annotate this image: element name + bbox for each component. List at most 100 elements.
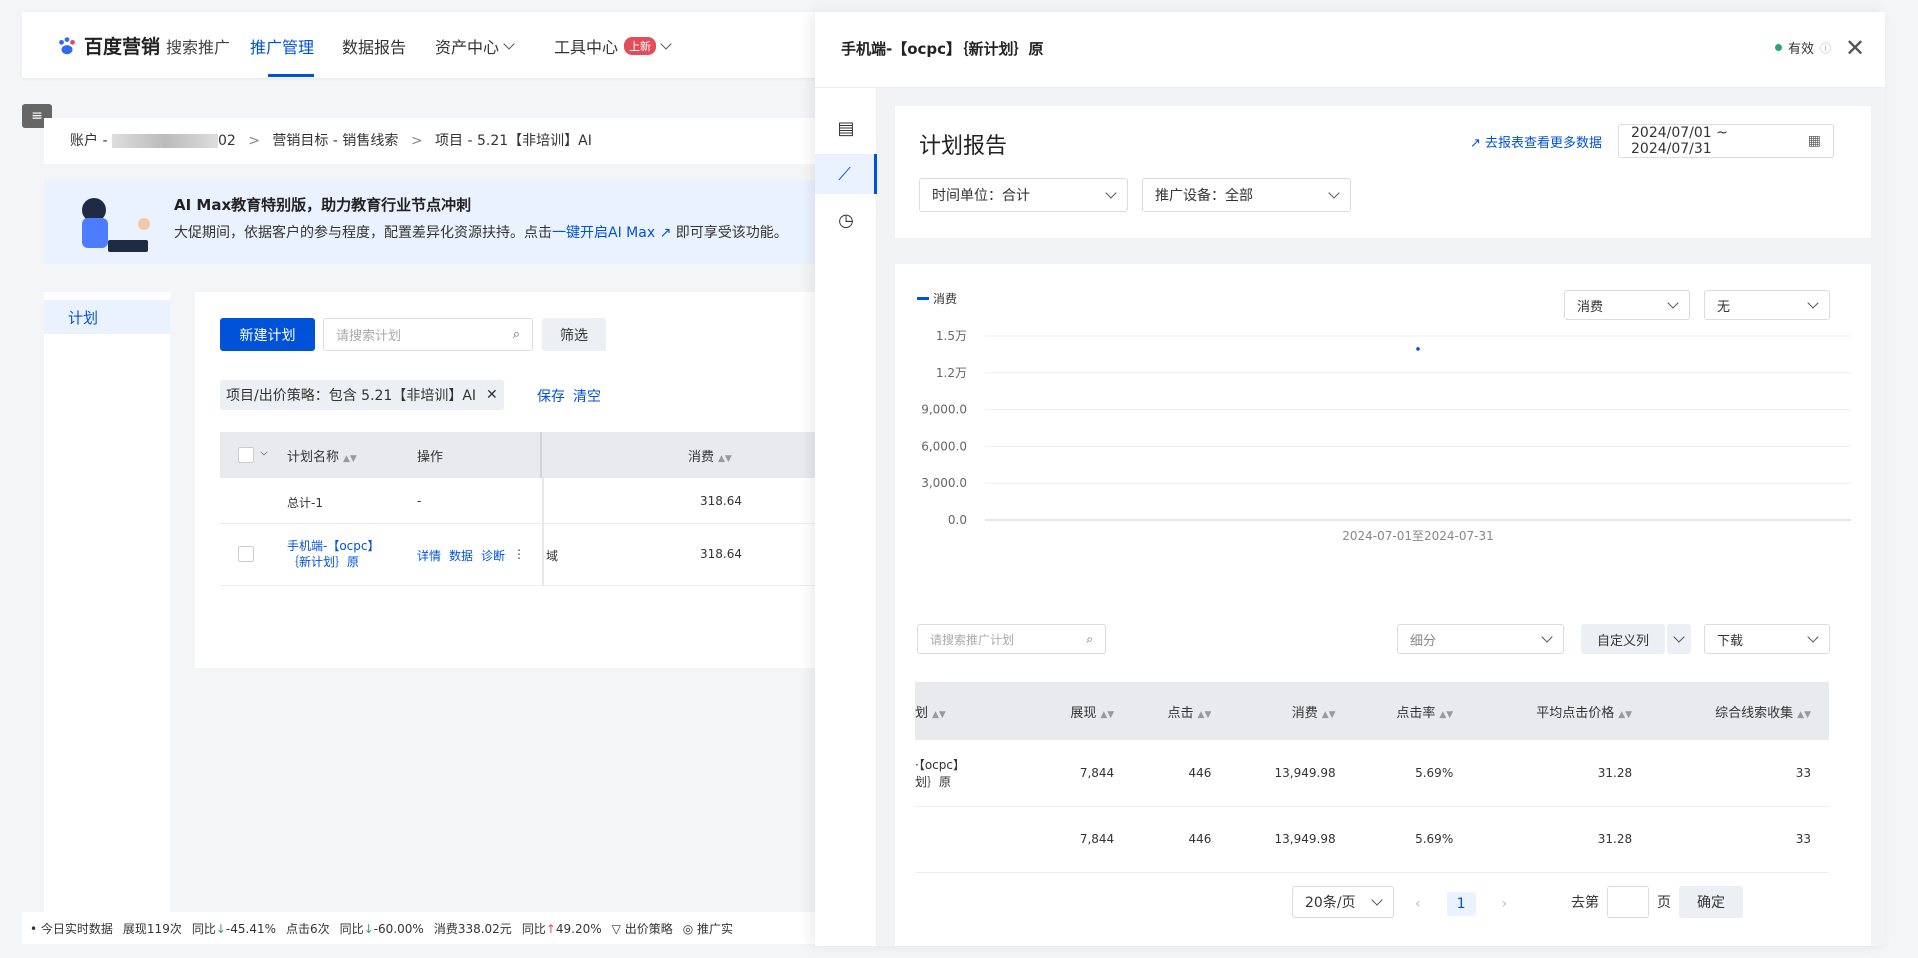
- breadcrumb-goal[interactable]: 营销目标 - 销售线索: [272, 133, 398, 149]
- total-op: -: [417, 494, 422, 508]
- search-icon[interactable]: ⌕: [1086, 632, 1093, 647]
- sort-icon[interactable]: ▲▼: [1618, 710, 1632, 720]
- chevron-down-icon: [1105, 187, 1117, 199]
- col-clicks[interactable]: 点击 ▲▼: [1132, 682, 1230, 740]
- time-unit-select[interactable]: 时间单位：合计: [919, 178, 1128, 212]
- clear-filter-link[interactable]: 清空: [573, 386, 601, 406]
- sort-icon[interactable]: ▲▼: [1100, 710, 1114, 720]
- compare-select[interactable]: 无: [1704, 290, 1830, 320]
- goto-page: 去第 页 确定: [1571, 886, 1743, 918]
- col-cost[interactable]: 消费 ▲▼: [1229, 682, 1354, 740]
- y-tick-label: 1.5万: [936, 329, 967, 343]
- nav-tool-center[interactable]: 工具中心 上新: [554, 34, 672, 58]
- nav-data-report[interactable]: 数据报告: [342, 34, 406, 58]
- nav-promotion[interactable]: 推广管理: [250, 34, 314, 58]
- nav-asset-center[interactable]: 资产中心: [435, 34, 515, 58]
- download-select[interactable]: 下载: [1704, 624, 1830, 654]
- col-ctr[interactable]: 点击率 ▲▼: [1353, 682, 1472, 740]
- sort-icon[interactable]: ▲▼: [1322, 710, 1336, 720]
- cost-cmp-value: 49.20%: [555, 921, 602, 936]
- close-icon[interactable]: ✕: [486, 387, 498, 403]
- ai-max-link[interactable]: 一键开启AI Max: [552, 225, 655, 241]
- select-all-checkbox[interactable]: [238, 447, 254, 463]
- promo-link[interactable]: ◎ 推广实: [683, 920, 733, 937]
- sort-icon[interactable]: ▲▼: [1439, 710, 1453, 720]
- bid-strategy-label: 出价策略: [624, 921, 673, 936]
- info-icon[interactable]: ⓘ: [1820, 40, 1831, 56]
- more-icon[interactable]: ⋮: [513, 547, 525, 564]
- row-checkbox[interactable]: [238, 546, 254, 562]
- device-value: 推广设备：全部: [1155, 188, 1253, 204]
- col-leads[interactable]: 综合线索收集 ▲▼: [1650, 682, 1829, 740]
- data-point[interactable]: [1416, 347, 1420, 351]
- plan-search-input[interactable]: 请搜索计划 ⌕: [323, 318, 533, 351]
- save-filter-link[interactable]: 保存: [537, 386, 565, 406]
- close-icon[interactable]: ✕: [1845, 34, 1865, 62]
- col-avg-cpc[interactable]: 平均点击价格 ▲▼: [1471, 682, 1651, 740]
- row-actions: 详情 数据 诊断 ⋮: [417, 547, 525, 564]
- date-range-picker[interactable]: 2024/07/01 ~ 2024/07/31 ▦: [1618, 124, 1834, 158]
- sort-icon[interactable]: ▲▼: [932, 710, 946, 720]
- logo[interactable]: 百度营销 搜索推广: [56, 32, 230, 59]
- diagnose-link[interactable]: 诊断: [481, 547, 505, 564]
- breadcrumb-account-suffix: 02: [217, 133, 236, 149]
- sidebar-item-plan[interactable]: 计划: [44, 300, 170, 334]
- col-impressions[interactable]: 展现 ▲▼: [1035, 682, 1133, 740]
- col-plan-name-label: 计划名称: [287, 450, 340, 465]
- plan-name-link[interactable]: 手机端-【ocpc】｛新计划｝原: [287, 538, 387, 570]
- goto-page-input[interactable]: [1607, 886, 1649, 918]
- sort-icon[interactable]: ▲▼: [1797, 710, 1811, 720]
- prev-page-icon[interactable]: ‹: [1415, 896, 1421, 912]
- tab-history-icon[interactable]: ◷: [815, 200, 877, 240]
- ai-max-banner: AI Max教育特别版，助力教育行业节点冲刺 大促期间，依据客户的参与程度，配置…: [44, 180, 824, 264]
- chevron-down-icon: [1371, 894, 1383, 906]
- plan-search-input[interactable]: 请搜索推广计划 ⌕: [917, 624, 1106, 654]
- col-cost[interactable]: 消费 ▲▼: [688, 446, 732, 465]
- custom-columns-button[interactable]: 自定义列: [1581, 624, 1665, 654]
- data-link[interactable]: 数据: [449, 547, 473, 564]
- x-tick-label: 2024-07-01至2024-07-31: [1342, 529, 1493, 543]
- new-plan-button[interactable]: 新建计划: [220, 318, 315, 351]
- chevron-down-icon: [1807, 297, 1819, 309]
- plan-table-header: 计划名称 ▲▼ 操作 消费 ▲▼: [220, 432, 825, 478]
- tab-report-icon[interactable]: ⟋: [815, 154, 877, 194]
- device-select[interactable]: 推广设备：全部: [1142, 178, 1351, 212]
- table-header-row: 划 ▲▼ 展现 ▲▼ 点击 ▲▼ 消费 ▲▼ 点击率 ▲▼ 平均点击价格 ▲▼ 综合线索收集…: [915, 682, 1829, 740]
- metric-select[interactable]: 消费: [1564, 290, 1690, 320]
- filter-button[interactable]: 筛选: [542, 318, 606, 351]
- cell-clicks: 446: [1132, 740, 1230, 807]
- y-tick-label: 3,000.0: [921, 476, 967, 490]
- cell-plan[interactable]: ·【ocpc】 划｝原: [915, 740, 1035, 807]
- page-size-select[interactable]: 20条/页: [1292, 886, 1394, 918]
- breadcrumb-account[interactable]: 账户 -: [70, 133, 112, 149]
- next-page-icon[interactable]: ›: [1502, 896, 1508, 912]
- breadcrumb-project[interactable]: 项目 - 5.21【非培训】AI: [435, 133, 592, 149]
- sort-icon[interactable]: ▲▼: [718, 454, 732, 464]
- confirm-button[interactable]: 确定: [1679, 886, 1743, 918]
- y-tick-label: 1.2万: [936, 366, 967, 380]
- page-number[interactable]: 1: [1446, 892, 1476, 916]
- cell-ctr: 5.69%: [1353, 806, 1472, 873]
- status-dot-icon: [1775, 44, 1782, 51]
- search-icon[interactable]: ⌕: [513, 327, 520, 342]
- left-sidebar: 计划: [44, 292, 170, 932]
- detail-link[interactable]: 详情: [417, 547, 441, 564]
- breakdown-select[interactable]: 细分: [1397, 624, 1564, 654]
- custom-columns-dropdown[interactable]: [1667, 624, 1691, 654]
- chevron-down-icon: [1328, 187, 1340, 199]
- sort-icon[interactable]: ▲▼: [1198, 710, 1212, 720]
- page-unit-label: 页: [1657, 895, 1671, 911]
- more-data-link[interactable]: ↗ 去报表查看更多数据: [1470, 132, 1602, 151]
- col-plan-name[interactable]: 计划名称 ▲▼: [287, 446, 357, 465]
- bid-strategy-link[interactable]: ▽ 出价策略: [612, 920, 673, 937]
- search-placeholder: 请搜索推广计划: [930, 632, 1015, 647]
- chart-legend[interactable]: 消费: [917, 290, 957, 307]
- external-link-icon[interactable]: ↗: [660, 225, 672, 241]
- click-compare: 同比↓-60.00%: [340, 920, 424, 937]
- tab-info-icon[interactable]: ▤: [815, 108, 877, 148]
- sort-icon[interactable]: ▲▼: [343, 454, 357, 464]
- chevron-down-icon[interactable]: [260, 448, 268, 456]
- column-divider[interactable]: [540, 432, 542, 478]
- col-label: 展现: [1070, 705, 1097, 721]
- col-plan[interactable]: 划 ▲▼: [915, 682, 1035, 740]
